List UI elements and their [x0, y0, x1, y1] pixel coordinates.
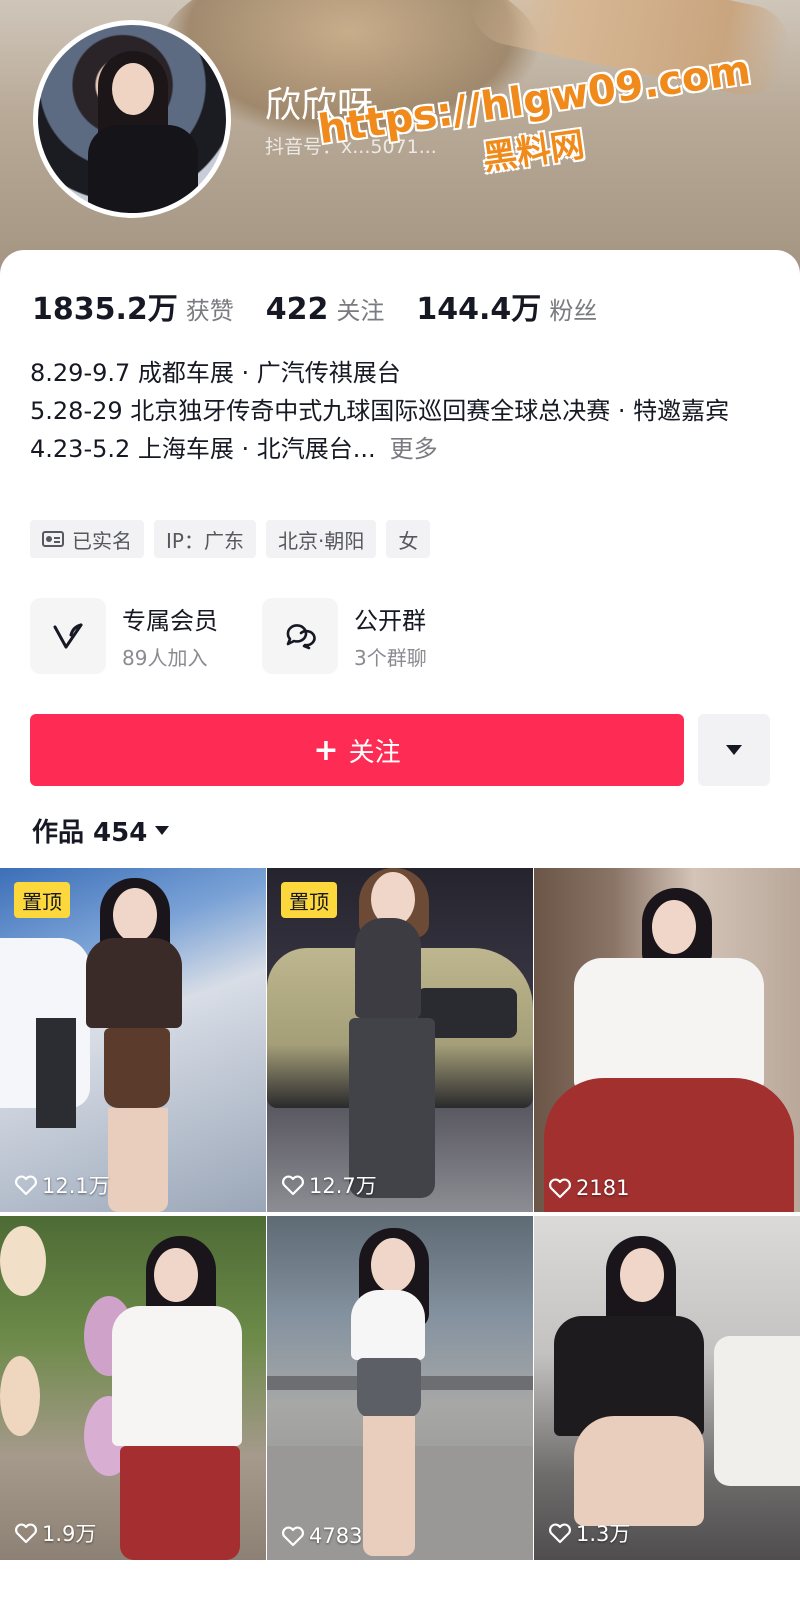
like-count: 4783	[281, 1524, 362, 1548]
heart-icon	[15, 1175, 37, 1196]
v-badge-icon	[30, 598, 106, 674]
tag-ip: IP：广东	[154, 520, 256, 558]
stat-value: 1835.2万	[32, 292, 178, 327]
like-count-value: 12.1万	[42, 1174, 110, 1198]
like-count: 1.9万	[14, 1518, 96, 1548]
follow-button[interactable]: + 关注	[30, 714, 684, 786]
stat-followers[interactable]: 144.4万 粉丝	[416, 284, 597, 328]
profile-bio: 8.29-9.7 成都车展 · 广汽传祺展台 5.28-29 北京独牙传奇中式九…	[30, 354, 770, 468]
heart-icon	[15, 1523, 37, 1544]
heart-icon	[282, 1175, 304, 1196]
stat-likes[interactable]: 1835.2万 获赞	[32, 284, 234, 328]
like-count: 12.1万	[14, 1170, 110, 1200]
works-tab[interactable]: 作品 454	[32, 812, 170, 849]
caret-down-icon	[726, 745, 742, 755]
follow-actions: + 关注	[30, 714, 770, 786]
pinned-badge: 置顶	[281, 882, 337, 918]
like-count: 12.7万	[281, 1170, 377, 1200]
profile-sheet: 1835.2万 获赞 422 关注 144.4万 粉丝 8.29-9.7 成都车…	[0, 250, 800, 1616]
video-thumbnail[interactable]: 置顶 12.1万	[0, 868, 266, 1212]
heart-icon	[549, 1178, 571, 1199]
feature-group-chat[interactable]: 公开群 3个群聊	[262, 598, 427, 674]
feature-entries: 专属会员 89人加入 公开群 3个群聊	[30, 598, 471, 674]
like-count-value: 1.3万	[576, 1522, 631, 1546]
chat-bubbles-icon	[262, 598, 338, 674]
profile-stats: 1835.2万 获赞 422 关注 144.4万 粉丝	[32, 284, 629, 328]
stat-value: 422	[265, 292, 329, 327]
pinned-badge: 置顶	[14, 882, 70, 918]
like-count-value: 4783	[309, 1524, 363, 1548]
video-thumbnail[interactable]: 2181	[534, 868, 800, 1212]
like-count-value: 1.9万	[42, 1522, 97, 1546]
heart-icon	[282, 1526, 304, 1547]
heart-icon	[549, 1523, 571, 1544]
caret-down-icon	[155, 826, 170, 835]
feature-title: 专属会员	[122, 607, 218, 635]
video-thumbnail[interactable]: 1.3万	[534, 1216, 800, 1560]
feature-subtitle: 3个群聊	[354, 646, 427, 670]
like-count: 2181	[548, 1176, 629, 1200]
tag-location: 北京·朝阳	[265, 520, 377, 558]
works-grid: 置顶 12.1万 置顶 12.7万 2181 1.9万 4783 1.3万	[0, 868, 800, 1560]
like-count: 1.3万	[548, 1518, 630, 1548]
avatar[interactable]	[33, 20, 231, 218]
video-thumbnail[interactable]: 1.9万	[0, 1216, 266, 1560]
feature-membership[interactable]: 专属会员 89人加入	[30, 598, 218, 674]
stat-label: 关注	[336, 297, 385, 325]
bio-line: 8.29-9.7 成都车展 · 广汽传祺展台	[30, 359, 401, 387]
like-count-value: 12.7万	[309, 1174, 377, 1198]
video-thumbnail[interactable]: 置顶 12.7万	[267, 868, 533, 1212]
feature-title: 公开群	[354, 607, 426, 635]
tag-label: 北京·朝阳	[277, 528, 365, 553]
stat-following[interactable]: 422 关注	[266, 291, 385, 327]
profile-tags: 已实名 IP：广东 北京·朝阳 女	[30, 520, 440, 558]
bio-more-link[interactable]: 更多	[390, 435, 438, 463]
stat-label: 粉丝	[549, 297, 598, 325]
more-options-button[interactable]	[698, 714, 770, 786]
plus-icon: +	[313, 732, 339, 768]
id-card-icon	[42, 531, 64, 547]
tag-verified: 已实名	[30, 520, 144, 558]
feature-subtitle: 89人加入	[122, 646, 208, 670]
like-count-value: 2181	[576, 1176, 630, 1200]
follow-label: 关注	[348, 737, 401, 768]
tag-label: 已实名	[72, 528, 132, 553]
works-label: 作品 454	[32, 818, 148, 848]
tag-label: IP：广东	[166, 528, 244, 553]
bio-line-text: 4.23-5.2 上海车展 · 北汽展台...	[30, 435, 376, 463]
tag-gender: 女	[386, 520, 431, 558]
video-thumbnail[interactable]: 4783	[267, 1216, 533, 1560]
stat-label: 获赞	[185, 297, 234, 325]
bio-line: 5.28-29 北京独牙传奇中式九球国际巡回赛全球总决赛 · 特邀嘉宾	[30, 397, 730, 425]
tag-label: 女	[398, 528, 419, 553]
bio-line-last: 4.23-5.2 上海车展 · 北汽展台... 更多	[30, 430, 770, 468]
stat-value: 144.4万	[416, 292, 542, 327]
